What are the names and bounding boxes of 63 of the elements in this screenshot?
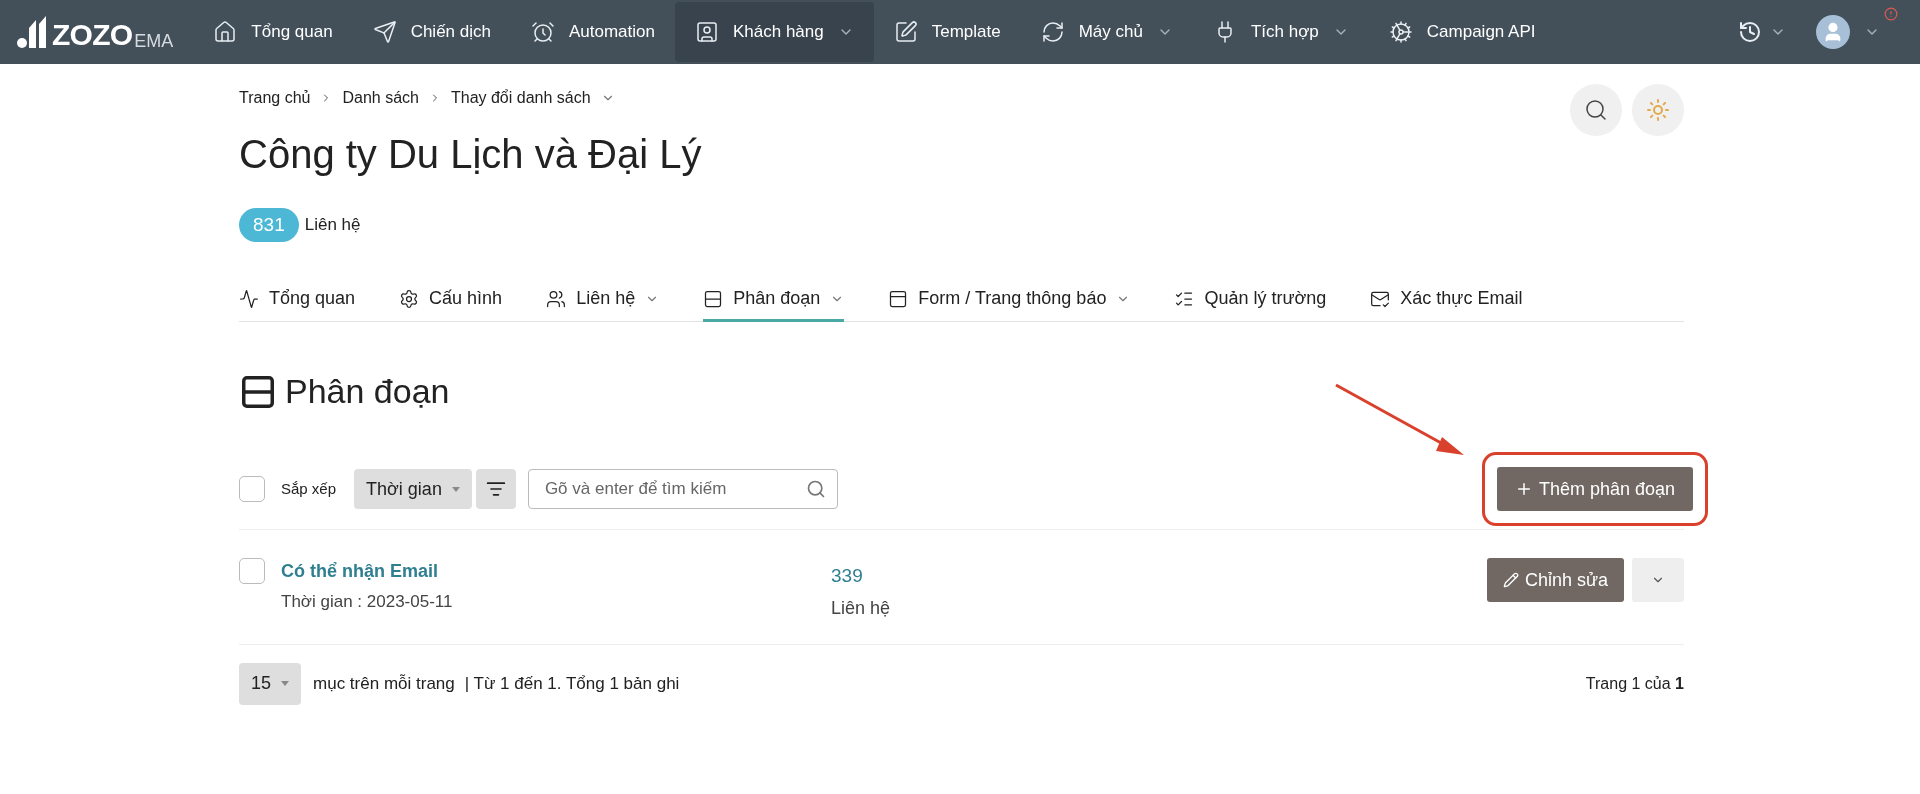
per-page-label: mục trên mỗi trang — [313, 672, 455, 695]
tab[interactable]: Form / Trang thông báo — [888, 278, 1131, 322]
per-page-select[interactable]: 15 — [239, 662, 302, 705]
segment-count-label: Liên hệ — [831, 596, 891, 620]
tab[interactable]: Cấu hình — [399, 278, 503, 322]
add-segment-button[interactable]: Thêm phân đoạn — [1496, 467, 1693, 511]
window-icon — [888, 288, 909, 309]
sort-order-button[interactable] — [475, 469, 516, 509]
edit-icon — [893, 20, 918, 44]
theme-toggle-button[interactable] — [1632, 84, 1684, 136]
sort-lines-icon — [485, 479, 506, 499]
nav-item[interactable]: Khách hàng — [674, 2, 874, 62]
logo-text: ZOZO — [52, 20, 133, 50]
segment-date: Thời gian : 2023-05-11 — [281, 591, 454, 613]
tab[interactable]: Xác thực Email — [1370, 278, 1523, 322]
search-icon — [1584, 98, 1608, 122]
logo-suffix: EMA — [134, 32, 174, 50]
pencil-icon — [1502, 572, 1519, 588]
nav-item[interactable]: Template — [873, 2, 1021, 62]
tab[interactable]: Liên hệ — [546, 278, 660, 322]
search-button[interactable] — [1570, 84, 1622, 136]
breadcrumb-link[interactable]: Danh sách — [342, 86, 419, 110]
section-title: Phân đoạn — [285, 371, 450, 412]
rows-icon — [703, 288, 724, 309]
contact-count-label: Liên hệ — [304, 214, 361, 237]
history-icon — [1738, 20, 1762, 44]
edit-button[interactable]: Chỉnh sửa — [1486, 558, 1624, 602]
gear-icon — [1388, 20, 1413, 44]
nav-item[interactable]: Automation — [510, 2, 675, 62]
avatar-icon — [1816, 15, 1850, 49]
nav-item[interactable]: Máy chủ — [1020, 2, 1193, 62]
contact-count-badge: 831 — [239, 208, 299, 242]
refresh-icon — [1040, 20, 1065, 44]
settings-icon — [399, 288, 420, 309]
sort-label: Sắp xếp — [281, 478, 337, 499]
tab[interactable]: Tổng quan — [239, 278, 356, 322]
users-icon — [546, 288, 567, 309]
record-range: | Từ 1 đến 1. Tổng 1 bản ghi — [464, 672, 680, 695]
row-checkbox[interactable] — [239, 558, 265, 584]
search-icon — [805, 479, 826, 499]
nav-item[interactable]: Campaign API — [1368, 2, 1556, 62]
caret-icon — [281, 681, 290, 686]
nav-item[interactable]: Tổng quan — [193, 2, 353, 62]
contact-card-icon — [694, 20, 719, 44]
chart-line-icon — [239, 288, 259, 309]
home-icon — [213, 20, 238, 44]
breadcrumb-link[interactable]: Trang chủ — [239, 86, 311, 110]
breadcrumb-link[interactable]: Thay đổi danh sách — [450, 86, 615, 110]
paper-plane-icon — [372, 20, 397, 44]
nav-item[interactable]: Chiến dịch — [352, 2, 511, 62]
select-all-checkbox[interactable] — [239, 476, 265, 502]
sort-select[interactable]: Thời gian — [354, 469, 472, 509]
page-indicator: Trang 1 của 1 — [1585, 673, 1684, 694]
search-field[interactable]: Gõ và enter để tìm kiếm — [527, 469, 838, 509]
nav-item[interactable]: Tích hợp — [1192, 2, 1369, 62]
page-title: Công ty Du Lịch và Đại Lý — [239, 131, 702, 178]
segment-count: 339 — [831, 564, 864, 588]
tab[interactable]: Phân đoạn — [703, 278, 845, 322]
alarm-clock-icon — [530, 20, 555, 44]
sun-icon — [1646, 98, 1670, 122]
segment-name-link[interactable]: Có thể nhận Email — [281, 558, 831, 585]
caret-icon — [451, 486, 460, 492]
tab[interactable]: Quản lý trường — [1174, 278, 1327, 322]
